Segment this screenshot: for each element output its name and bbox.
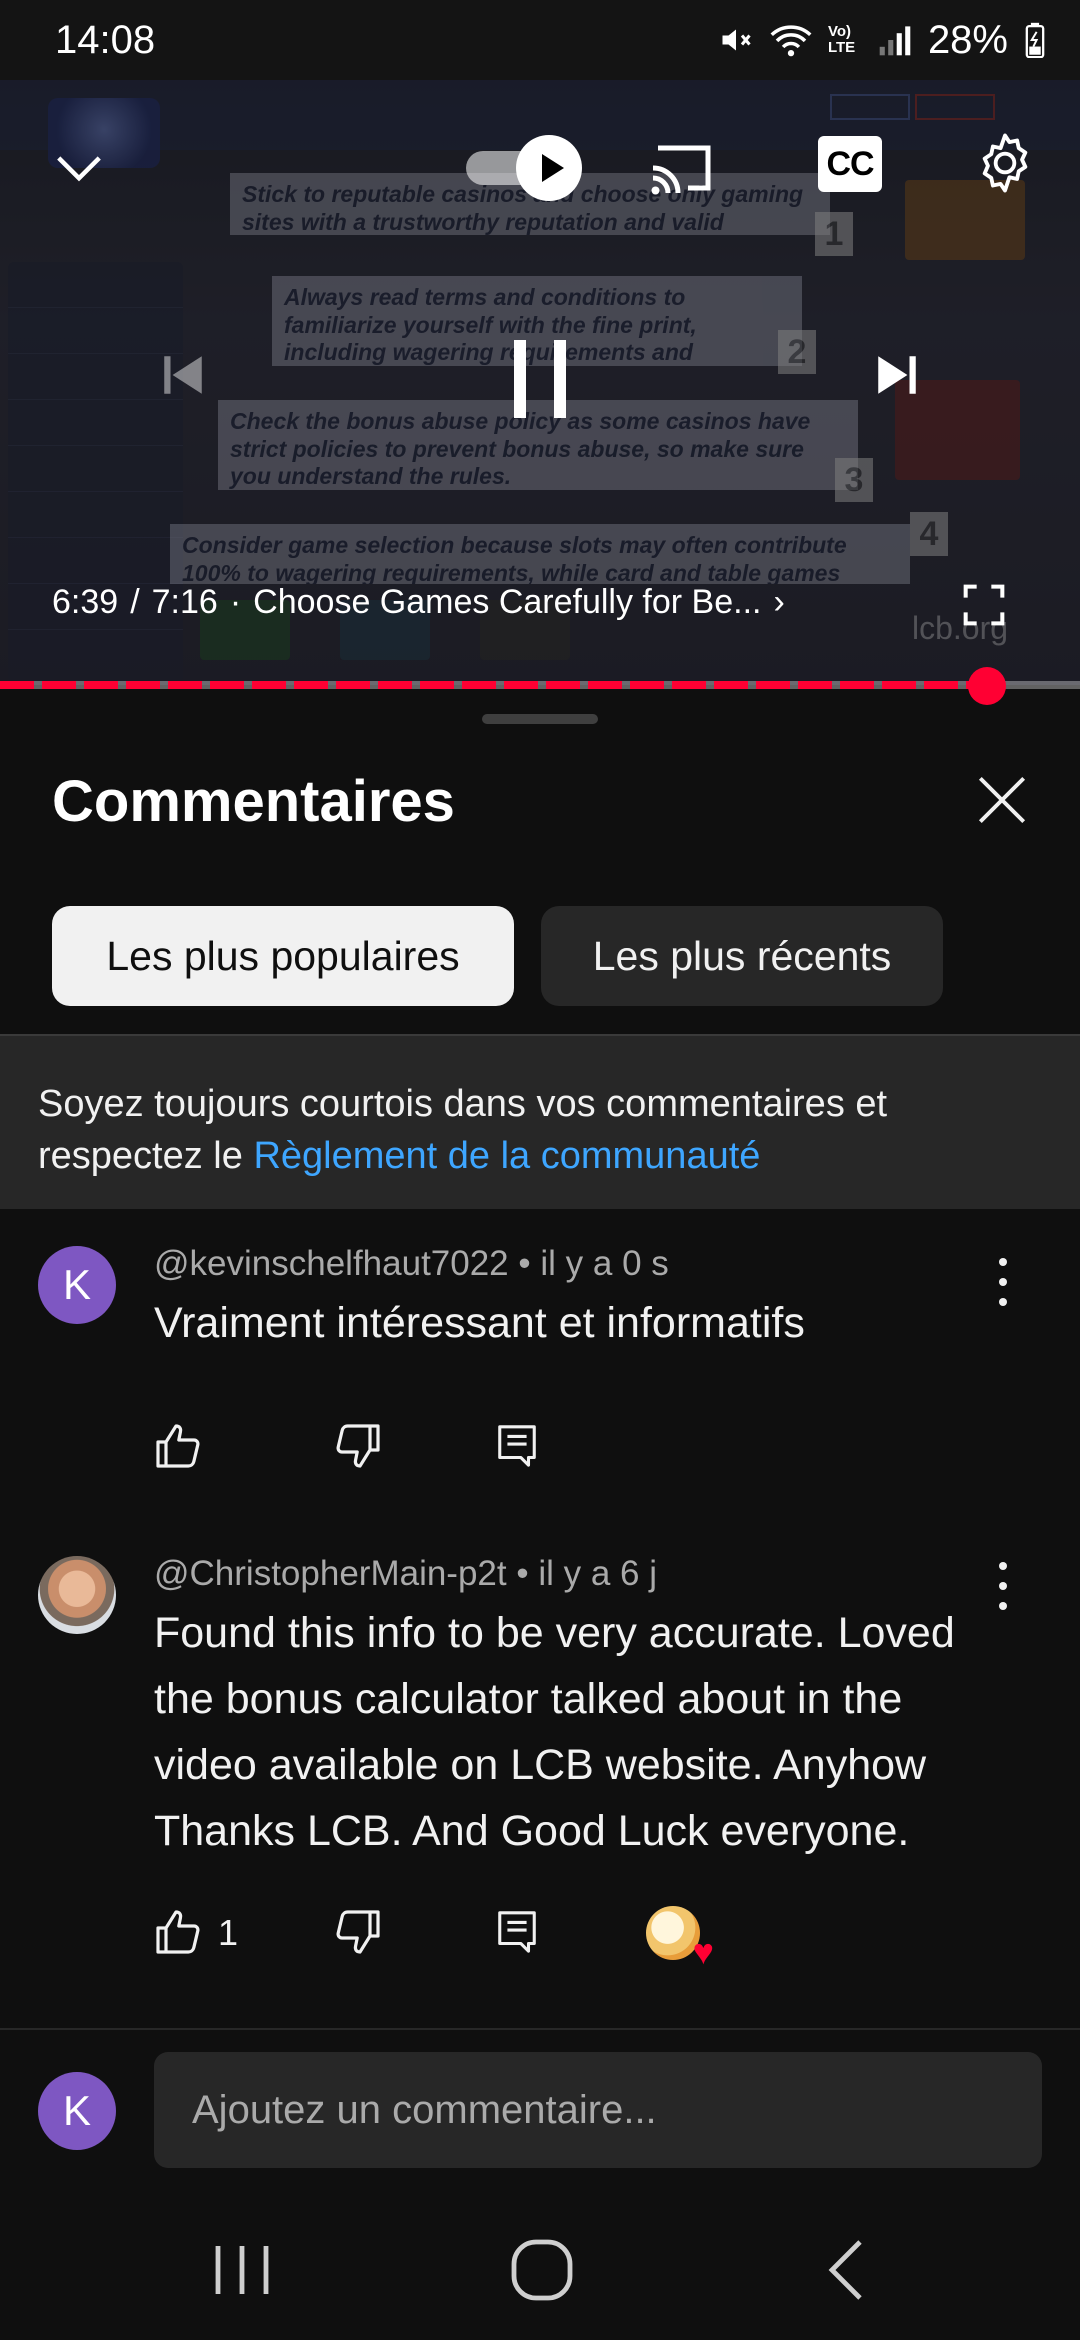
tab-newest-comments[interactable]: Les plus récents [541,906,943,1006]
autoplay-toggle[interactable] [466,135,586,205]
video-scrubber[interactable] [968,667,1007,705]
community-guidelines-notice: Soyez toujours courtois dans vos comment… [0,1034,1080,1209]
battery-percent: 28% [927,17,1008,62]
reply-icon [498,1425,536,1467]
dislike-button[interactable] [334,1422,382,1475]
time-display: 6:39 / 7:16 · Choose Games Carefully for… [52,580,785,624]
cast-icon [651,145,711,195]
notice-text: Soyez toujours courtois dans vos comment… [38,1078,1038,1182]
time-separator: / [130,582,140,621]
pause-icon [514,340,566,418]
comments-sheet: Commentaires Les plus populaires Les plu… [0,686,1080,2340]
time-total: 7:16 [151,582,218,621]
skip-next-icon [878,356,916,394]
comment-author[interactable]: @kevinschelfhaut7022 [154,1244,509,1283]
gear-icon [982,133,1028,193]
comment-text: Found this info to be very accurate. Lov… [154,1609,955,1855]
like-count: 1 [218,1912,239,1953]
comment-text: Vraiment intéressant et informatifs [154,1299,805,1347]
reply-button[interactable] [494,1908,540,1961]
status-bar: 14:08 Vo) LTE 28% [0,0,1080,80]
video-player[interactable]: Stick to reputable casinos and choose on… [0,80,1080,685]
status-time: 14:08 [55,18,156,62]
recent-apps-button[interactable] [202,2230,282,2310]
comment-time: il y a 0 s [540,1244,669,1283]
close-comments-button[interactable] [976,774,1028,826]
avatar[interactable] [38,1556,116,1634]
chevron-right-icon[interactable]: › [773,583,784,622]
like-button[interactable] [154,1908,202,1961]
collapse-player-button[interactable] [52,140,106,194]
chapter-dot: · [229,582,242,621]
meta-dot: • [518,1244,541,1283]
thumb-down-icon [336,1910,380,1954]
user-avatar[interactable]: K [38,2072,116,2150]
signal-icon [879,26,911,56]
pause-button[interactable] [510,338,570,420]
comment-time: il y a 6 j [538,1554,657,1593]
status-icons: Vo) LTE 28% [718,16,1046,64]
tab-top-comments[interactable]: Les plus populaires [52,906,514,1006]
home-button[interactable] [502,2230,582,2310]
comment-meta: @kevinschelfhaut7022 • il y a 0 s [154,1244,669,1284]
time-current: 6:39 [52,582,119,621]
chapter-title[interactable]: Choose Games Carefully for Be... [253,583,761,622]
wifi-icon [770,25,812,57]
video-progress-bar[interactable] [0,667,1080,705]
dislike-button[interactable] [334,1908,382,1961]
compose-divider [0,2028,1080,2030]
recent-apps-icon [215,2246,269,2294]
cast-button[interactable] [648,138,718,198]
system-nav-bar [0,2190,1080,2340]
avatar[interactable]: K [38,1246,116,1324]
battery-icon [1025,22,1045,58]
reply-icon [498,1911,536,1953]
video-progress-fill [0,681,988,689]
reply-button[interactable] [494,1422,540,1475]
previous-video-button[interactable] [158,350,208,400]
autoplay-play-icon [516,135,582,201]
home-icon [511,2239,573,2301]
settings-button[interactable] [972,130,1038,196]
fullscreen-icon [963,584,1005,626]
comment-author[interactable]: @ChristopherMain-p2t [154,1554,507,1593]
captions-button[interactable]: CC [818,136,882,192]
back-button[interactable] [808,2230,888,2310]
next-video-button[interactable] [872,350,922,400]
chevron-down-icon [57,156,101,182]
comment-item: @ChristopherMain-p2t • il y a 6 j Found … [0,1554,1080,2026]
like-button[interactable] [154,1422,202,1475]
community-guidelines-link[interactable]: Règlement de la communauté [253,1135,760,1177]
drag-handle[interactable] [482,714,598,724]
thumb-down-icon [336,1424,380,1468]
skip-previous-icon [164,356,202,394]
add-comment-input[interactable]: Ajoutez un commentaire... [154,2052,1042,2168]
back-icon [828,2240,862,2300]
creator-heart-icon: ♥ [646,1906,714,1970]
thumb-up-icon [156,1910,200,1954]
close-icon [978,776,1026,824]
comment-meta: @ChristopherMain-p2t • il y a 6 j [154,1554,657,1594]
meta-dot: • [516,1554,539,1593]
thumb-up-icon [156,1424,200,1468]
fullscreen-button[interactable] [962,583,1006,627]
volte-icon: Vo) LTE [827,23,856,56]
sheet-title: Commentaires [52,769,455,834]
mute-icon [722,29,751,51]
